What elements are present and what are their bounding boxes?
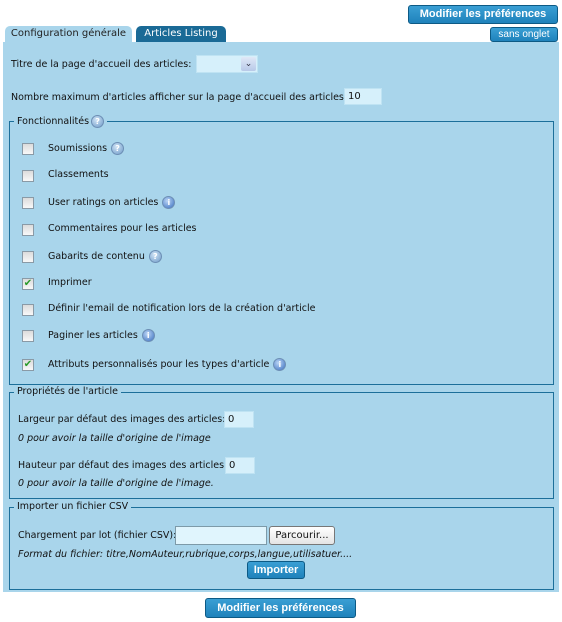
feature-checkbox[interactable]	[22, 224, 34, 236]
feature-item: Définir l'email de notification lors de …	[48, 303, 315, 314]
feature-label: Classements	[48, 169, 109, 180]
no-tab-button[interactable]: sans onglet	[490, 27, 558, 42]
tab-articles-listing[interactable]: Articles Listing	[136, 26, 226, 42]
feature-label: Imprimer	[48, 277, 92, 288]
home-title-select[interactable]: ⌄	[196, 55, 258, 73]
max-articles-label: Nombre maximum d'articles afficher sur l…	[11, 92, 348, 103]
tab-general-config[interactable]: Configuration générale	[5, 26, 132, 42]
browse-button[interactable]: Parcourir...	[269, 526, 335, 545]
feature-item: Classements	[48, 169, 109, 180]
features-fieldset: Fonctionnalités? Soumissions? Classements…	[9, 115, 554, 385]
help-icon[interactable]: ?	[111, 142, 125, 155]
feature-item: Imprimer	[48, 277, 92, 288]
article-properties-fieldset: Propriétés de l'article Largeur par défa…	[9, 386, 554, 499]
csv-import-fieldset: Importer un fichier CSV Chargement par l…	[9, 501, 554, 590]
csv-upload-label: Chargement par lot (fichier CSV):	[18, 530, 177, 541]
feature-label: Soumissions	[48, 143, 108, 154]
feature-item: Gabarits de contenu?	[48, 250, 162, 263]
properties-legend: Propriétés de l'article	[17, 386, 118, 397]
home-title-label: Titre de la page d'accueil des articles:	[11, 59, 192, 70]
feature-item: User ratings on articles i	[48, 196, 176, 209]
feature-label: Définir l'email de notification lors de …	[48, 303, 316, 314]
feature-label: Attributs personnalisés pour les types d…	[48, 359, 270, 370]
save-preferences-button-bottom[interactable]: Modifier les préférences	[205, 598, 356, 618]
features-legend: Fonctionnalités	[17, 116, 90, 127]
feature-checkbox[interactable]	[22, 330, 34, 342]
feature-checkbox[interactable]	[22, 251, 34, 263]
feature-item: Paginer les articles i	[48, 329, 155, 342]
info-icon[interactable]: i	[141, 329, 155, 342]
image-height-note: 0 pour avoir la taille d'origine de l'im…	[18, 478, 214, 489]
config-panel: Titre de la page d'accueil des articles:…	[3, 42, 559, 592]
info-icon[interactable]: i	[273, 358, 287, 371]
feature-checkbox[interactable]	[22, 197, 34, 209]
info-icon[interactable]: i	[162, 196, 176, 209]
csv-legend: Importer un fichier CSV	[17, 501, 129, 512]
csv-file-input[interactable]	[175, 526, 267, 545]
feature-item: Commentaires pour les articles	[48, 223, 197, 234]
help-icon[interactable]: ?	[91, 115, 105, 128]
feature-checkbox[interactable]	[22, 143, 34, 155]
chevron-down-icon[interactable]: ⌄	[241, 57, 256, 71]
image-height-input[interactable]: 0	[225, 457, 255, 474]
image-width-note: 0 pour avoir la taille d'origine de l'im…	[18, 433, 211, 444]
feature-item: Attributs personnalisés pour les types d…	[48, 358, 287, 371]
feature-label: User ratings on articles	[48, 197, 159, 208]
import-button[interactable]: Importer	[247, 561, 305, 579]
feature-checkbox[interactable]	[22, 170, 34, 182]
max-articles-input[interactable]: 10	[344, 88, 382, 105]
feature-item: Soumissions?	[48, 142, 125, 155]
csv-format-note: Format du fichier: titre,NomAuteur,rubri…	[18, 549, 353, 560]
feature-checkbox[interactable]: ✔	[22, 278, 34, 290]
feature-label: Commentaires pour les articles	[48, 223, 197, 234]
feature-label: Paginer les articles	[48, 330, 138, 341]
image-width-label: Largeur par défaut des images des articl…	[18, 414, 226, 425]
image-width-input[interactable]: 0	[224, 411, 254, 428]
feature-label: Gabarits de contenu	[48, 251, 145, 262]
feature-checkbox[interactable]: ✔	[22, 359, 34, 371]
image-height-label: Hauteur par défaut des images des articl…	[18, 460, 228, 471]
save-preferences-button-top[interactable]: Modifier les préférences	[408, 5, 558, 24]
feature-checkbox[interactable]	[22, 304, 34, 316]
help-icon[interactable]: ?	[148, 250, 162, 263]
